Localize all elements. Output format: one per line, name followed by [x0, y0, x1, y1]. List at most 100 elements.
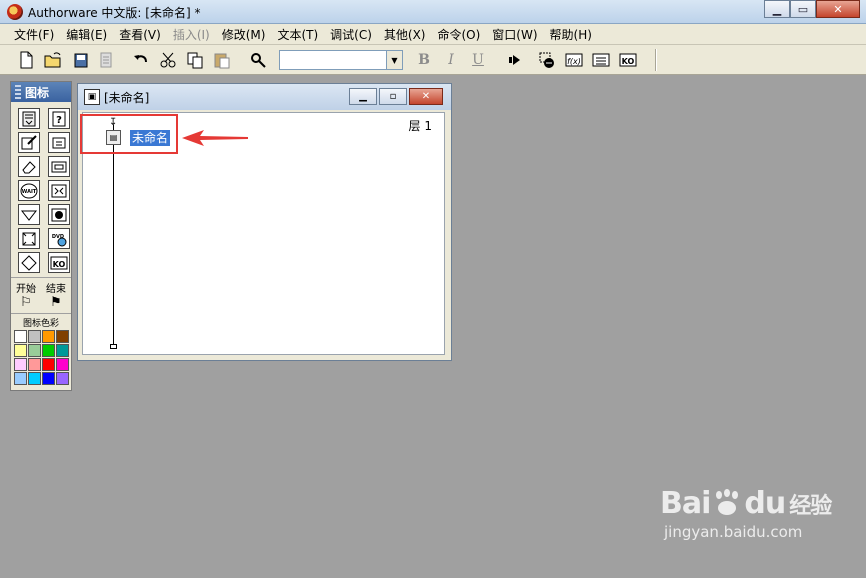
color-swatch[interactable]	[28, 330, 41, 343]
menu-text[interactable]: 文本(T)	[271, 26, 324, 43]
copy-button[interactable]	[185, 50, 205, 70]
color-swatch[interactable]	[42, 372, 55, 385]
italic-button[interactable]: I	[442, 50, 460, 70]
menu-view[interactable]: 查看(V)	[113, 26, 167, 43]
calculation-icon[interactable]	[48, 132, 70, 153]
start-end-flags: ⚐ ⚑	[11, 295, 71, 311]
highlight-box	[80, 114, 178, 154]
cut-button[interactable]	[158, 50, 178, 70]
icon-color-label: 图标色彩	[11, 313, 71, 329]
interaction-icon[interactable]: ?	[48, 108, 70, 129]
watermark: Bai du 经验 jingyan.baidu.com	[660, 486, 832, 541]
flowline-window-title: [未命名]	[104, 90, 150, 105]
color-swatches	[11, 329, 71, 386]
minimize-icon: ▁	[772, 2, 782, 16]
menu-window[interactable]: 窗口(W)	[486, 26, 543, 43]
red-arrow-icon	[182, 130, 248, 146]
color-swatch[interactable]	[28, 344, 41, 357]
flowline[interactable]	[113, 125, 114, 345]
menu-debug[interactable]: 调试(C)	[324, 26, 378, 43]
undo-button[interactable]	[131, 50, 151, 70]
color-swatch[interactable]	[14, 330, 27, 343]
functions-icon: f(x)	[565, 53, 583, 67]
paste-icon	[214, 53, 230, 69]
open-button[interactable]	[43, 50, 63, 70]
start-flag-icon[interactable]: ⚐	[20, 295, 32, 311]
color-swatch[interactable]	[42, 330, 55, 343]
chevron-down-icon[interactable]: ▼	[386, 51, 402, 69]
wait-text: WAIT	[22, 189, 37, 195]
svg-text:f(x): f(x)	[567, 57, 581, 66]
import-icon	[100, 52, 112, 68]
sound-icon[interactable]	[48, 204, 70, 225]
color-swatch[interactable]	[14, 372, 27, 385]
motion-icon[interactable]	[18, 132, 40, 153]
menu-help[interactable]: 帮助(H)	[544, 26, 598, 43]
run-button[interactable]	[505, 50, 525, 70]
watermark-brand-cn: 经验	[789, 493, 832, 519]
flowline-close-button[interactable]: ✕	[409, 88, 443, 105]
window-controls: ▁ ▭ ✕	[764, 0, 860, 18]
watermark-url: jingyan.baidu.com	[664, 523, 803, 541]
menu-insert[interactable]: 插入(I)	[167, 26, 216, 43]
framework-icon[interactable]	[18, 252, 40, 273]
bold-button[interactable]: B	[415, 50, 433, 70]
color-swatch[interactable]	[56, 344, 69, 357]
menu-modify[interactable]: 修改(M)	[216, 26, 272, 43]
minimize-button[interactable]: ▁	[764, 0, 790, 18]
color-swatch[interactable]	[56, 372, 69, 385]
color-swatch[interactable]	[56, 330, 69, 343]
font-select[interactable]: ▼	[279, 50, 403, 70]
variables-button[interactable]	[591, 50, 611, 70]
menu-other[interactable]: 其他(X)	[378, 26, 432, 43]
flowline-title-bar[interactable]: ▣ [未命名] ▁ ▫ ✕	[78, 84, 451, 110]
menu-file[interactable]: 文件(F)	[8, 26, 60, 43]
map-icon[interactable]	[48, 156, 70, 177]
color-swatch[interactable]	[28, 372, 41, 385]
digital-movie-icon[interactable]	[48, 180, 70, 201]
window-title: Authorware 中文版: [未命名] *	[28, 6, 201, 20]
flowline-minimize-button[interactable]: ▁	[349, 88, 377, 105]
import-button[interactable]	[96, 50, 116, 70]
functions-button[interactable]: f(x)	[564, 50, 584, 70]
color-swatch[interactable]	[14, 358, 27, 371]
navigate-icon[interactable]	[18, 204, 40, 225]
knowledge-objects-button[interactable]: KO	[618, 50, 638, 70]
restore-icon: ▫	[389, 91, 397, 102]
color-swatch[interactable]	[42, 344, 55, 357]
close-icon: ✕	[421, 91, 431, 102]
close-button[interactable]: ✕	[816, 0, 860, 18]
color-swatch[interactable]	[56, 358, 69, 371]
maximize-icon: ▭	[797, 2, 809, 16]
decision-icon[interactable]	[18, 228, 40, 249]
start-label: 开始	[16, 284, 36, 295]
color-swatch[interactable]	[42, 358, 55, 371]
save-all-button[interactable]	[71, 50, 91, 70]
erase-icon[interactable]	[18, 156, 40, 177]
title-bar: Authorware 中文版: [未命名] * ▁ ▭ ✕	[0, 0, 866, 24]
menu-edit[interactable]: 编辑(E)	[60, 26, 113, 43]
layer-label: 层 1	[408, 119, 432, 133]
run-icon	[509, 55, 520, 65]
knowledge-object-icon[interactable]: KO	[48, 252, 70, 273]
new-file-button[interactable]	[16, 50, 36, 70]
video-icon[interactable]: DVD	[48, 228, 70, 249]
maximize-button[interactable]: ▭	[790, 0, 816, 18]
end-flag-icon[interactable]: ⚑	[50, 295, 62, 311]
color-swatch[interactable]	[28, 358, 41, 371]
find-button[interactable]	[248, 50, 268, 70]
cut-icon	[160, 52, 176, 68]
menu-commands[interactable]: 命令(O)	[431, 26, 486, 43]
palette-icon-grid: ? WAIT DVD KO	[11, 102, 71, 273]
save-all-icon	[74, 53, 88, 68]
display-icon[interactable]	[18, 108, 40, 129]
wait-icon[interactable]: WAIT	[18, 180, 40, 201]
paste-button[interactable]	[212, 50, 232, 70]
variables-icon	[592, 53, 610, 67]
control-panel-button[interactable]	[537, 50, 557, 70]
color-swatch[interactable]	[14, 344, 27, 357]
palette-title-bar[interactable]: 图标	[11, 82, 71, 102]
svg-text:KO: KO	[622, 57, 635, 66]
underline-button[interactable]: U	[469, 50, 487, 70]
flowline-restore-button[interactable]: ▫	[379, 88, 407, 105]
